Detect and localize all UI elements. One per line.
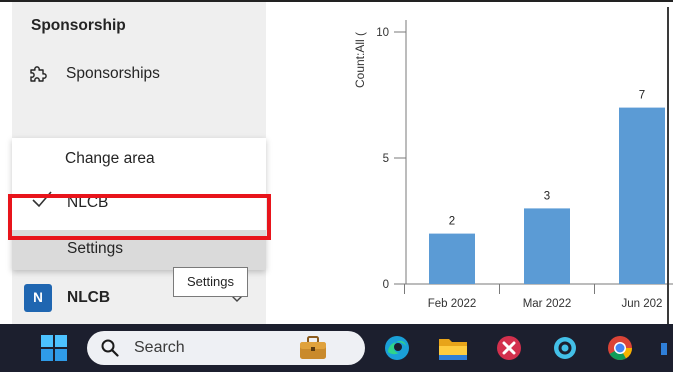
x-tick-label: Feb 2022: [428, 298, 477, 310]
data-label: 2: [449, 216, 455, 228]
search-icon: [101, 339, 119, 357]
briefcase-icon: [300, 336, 326, 359]
data-label: 7: [639, 90, 645, 102]
data-label: 3: [544, 190, 550, 202]
bar: [429, 233, 475, 284]
search-placeholder: Search: [134, 339, 185, 356]
taskbar: Search: [0, 324, 673, 372]
x-tick-label: Jun 202: [622, 298, 663, 310]
y-tick-label: 5: [383, 153, 389, 165]
puzzle-icon: [30, 66, 47, 82]
file-explorer-icon[interactable]: [438, 335, 468, 361]
bar: [524, 208, 570, 284]
sidebar-item-label: Sponsorships: [66, 65, 160, 82]
remote-desktop-icon[interactable]: [495, 334, 523, 362]
cortana-icon[interactable]: [552, 335, 578, 361]
settings-tooltip: Settings: [173, 267, 248, 297]
x-tick-label: Mar 2022: [523, 298, 572, 310]
overflow-app-icon[interactable]: [661, 343, 667, 355]
settings-label: Settings: [67, 240, 124, 257]
chart-area: Count:All ( 0 5 10 2 Feb 2022 3 Mar 2022 7 Jun 20…: [320, 10, 673, 324]
chrome-icon[interactable]: [606, 334, 634, 362]
bar-chart: Count:All ( 0 5 10 2 Feb 2022 3 Mar 2022 7 Jun 20…: [353, 20, 673, 310]
highlight-box: [8, 194, 271, 240]
bar: [619, 107, 665, 284]
flyout-title: Change area: [65, 150, 155, 167]
edge-icon[interactable]: [383, 334, 411, 362]
sidebar-section-title: Sponsorship: [31, 17, 126, 34]
y-axis-label: Count:All (: [353, 32, 367, 88]
y-tick-label: 0: [383, 279, 389, 291]
area-name[interactable]: NLCB: [67, 289, 110, 307]
area-avatar[interactable]: N: [24, 284, 52, 312]
y-tick-label: 10: [376, 27, 389, 39]
windows-start-icon[interactable]: [41, 335, 67, 361]
panel-border: [667, 7, 669, 324]
sidebar-item-sponsorships[interactable]: Sponsorships: [12, 58, 266, 94]
taskbar-search[interactable]: Search: [87, 331, 365, 365]
